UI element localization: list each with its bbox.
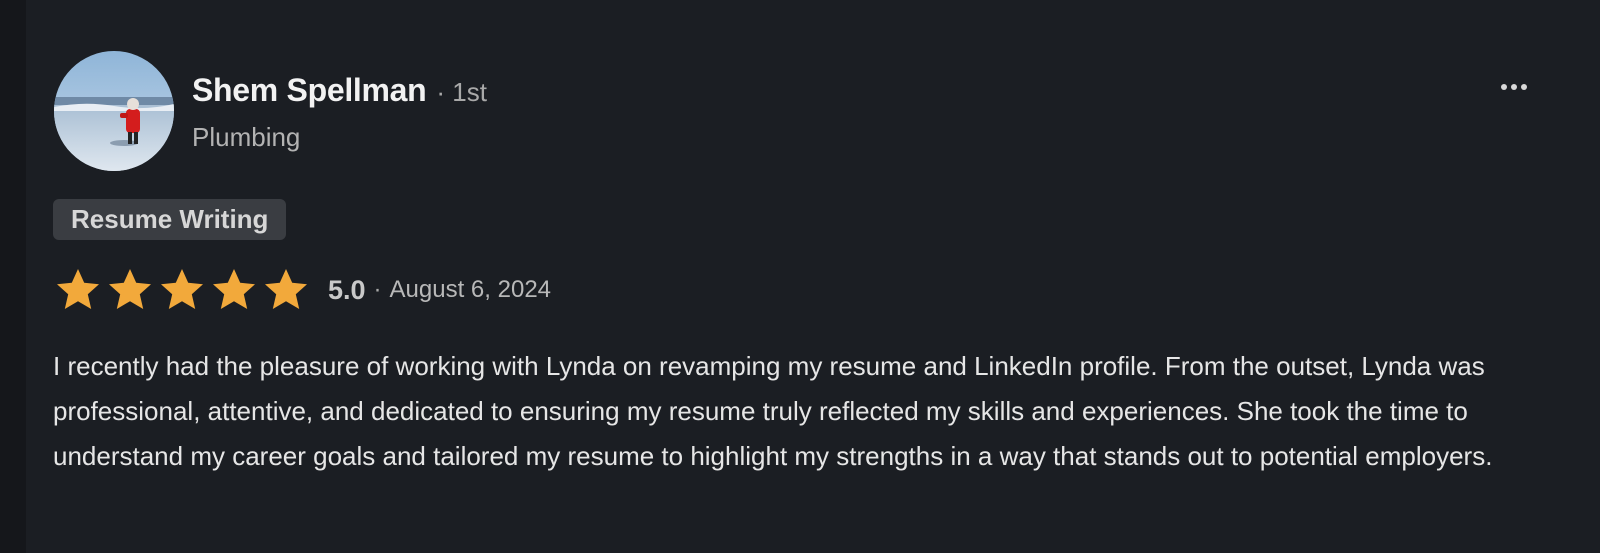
- star-icon: [57, 269, 99, 309]
- star-icon: [161, 269, 203, 309]
- more-options-button[interactable]: [1492, 70, 1536, 102]
- reviewer-headline: Plumbing: [192, 122, 301, 152]
- star-rating: [54, 266, 314, 314]
- star-icon: [213, 269, 255, 309]
- review-card: Shem Spellman · 1st Plumbing Resume Writ…: [26, 0, 1600, 553]
- left-rail: [0, 0, 26, 553]
- avatar-photo: [54, 51, 174, 171]
- rating-separator: ·: [373, 276, 382, 303]
- review-date: August 6, 2024: [389, 276, 552, 303]
- reviewer-name[interactable]: Shem Spellman: [192, 72, 427, 109]
- review-text: I recently had the pleasure of working w…: [53, 351, 1493, 471]
- rating-score: 5.0: [328, 274, 366, 305]
- connection-degree: · 1st: [436, 77, 487, 107]
- more-options-icon: [1499, 77, 1529, 95]
- star-icon: [109, 269, 151, 309]
- avatar[interactable]: [54, 51, 174, 171]
- rating-row: 5.0 · August 6, 2024: [54, 266, 551, 314]
- service-tag: Resume Writing: [53, 199, 287, 240]
- name-row: Shem Spellman · 1st: [192, 72, 487, 109]
- star-icon: [265, 269, 307, 309]
